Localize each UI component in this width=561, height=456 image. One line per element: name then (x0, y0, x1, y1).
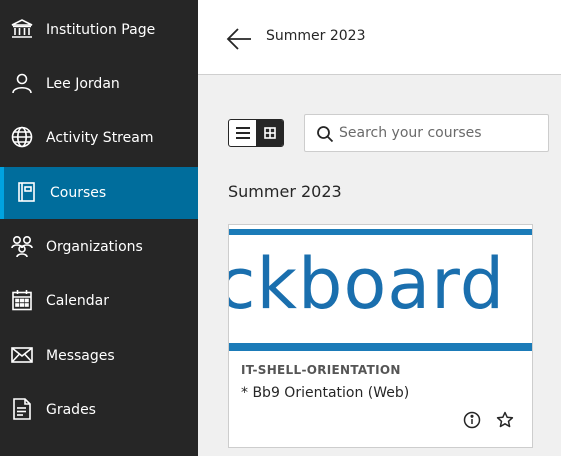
top-bar: Summer 2023 (198, 0, 561, 75)
sidebar-item-label: Courses (50, 185, 107, 201)
sidebar-item-label: Calendar (46, 293, 109, 309)
back-button[interactable] (226, 26, 252, 52)
main-content: Summer 2023 ckboard O IT-SHELL-ORIENTATI… (198, 76, 561, 456)
sidebar-item-label: Messages (46, 348, 115, 364)
grid-view-button[interactable] (256, 120, 283, 146)
sidebar-item-label: Activity Stream (46, 130, 154, 146)
section-title: Summer 2023 (228, 182, 342, 201)
info-icon (463, 411, 481, 429)
sidebar-item-grades[interactable]: Grades (0, 384, 198, 436)
institution-icon (9, 16, 35, 42)
arrow-left-icon (226, 27, 252, 51)
organizations-icon (9, 233, 35, 259)
search-box (304, 114, 549, 152)
banner-text: ckboard O (229, 243, 532, 325)
calendar-icon (9, 287, 35, 313)
card-actions (461, 409, 521, 431)
sidebar-item-label: Institution Page (46, 22, 156, 38)
course-code: IT-SHELL-ORIENTATION (241, 363, 401, 377)
breadcrumb: Summer 2023 (266, 28, 366, 44)
sidebar-item-label: Organizations (46, 239, 143, 255)
sidebar-item-courses[interactable]: Courses (0, 167, 198, 219)
user-icon (9, 70, 35, 96)
search-icon (315, 124, 335, 144)
sidebar-item-label: Grades (46, 402, 96, 418)
course-banner[interactable]: ckboard O (229, 225, 532, 353)
banner-stripe-top (229, 229, 532, 235)
courses-icon (14, 179, 40, 205)
list-view-icon (235, 127, 250, 139)
course-name-link[interactable]: * Bb9 Orientation (Web) (241, 385, 409, 401)
favorite-button[interactable] (494, 409, 516, 431)
sidebar: Institution Page Lee Jordan Activity Str… (0, 0, 198, 456)
sidebar-item-profile[interactable]: Lee Jordan (0, 58, 198, 110)
sidebar-item-organizations[interactable]: Organizations (0, 221, 198, 273)
envelope-icon (9, 342, 35, 368)
sidebar-item-messages[interactable]: Messages (0, 330, 198, 382)
search-input[interactable] (339, 115, 544, 151)
grid-view-icon (263, 127, 276, 139)
course-card[interactable]: ckboard O IT-SHELL-ORIENTATION * Bb9 Ori… (228, 224, 533, 448)
sidebar-item-calendar[interactable]: Calendar (0, 275, 198, 327)
sidebar-item-label: Lee Jordan (46, 76, 120, 92)
grades-icon (9, 396, 35, 422)
list-view-button[interactable] (229, 120, 256, 146)
sidebar-item-activity-stream[interactable]: Activity Stream (0, 112, 198, 164)
view-toggle (228, 119, 284, 147)
star-icon (496, 411, 514, 429)
globe-icon (9, 124, 35, 150)
banner-stripe-bottom (229, 343, 532, 351)
info-button[interactable] (461, 409, 483, 431)
sidebar-item-institution-page[interactable]: Institution Page (0, 4, 198, 56)
